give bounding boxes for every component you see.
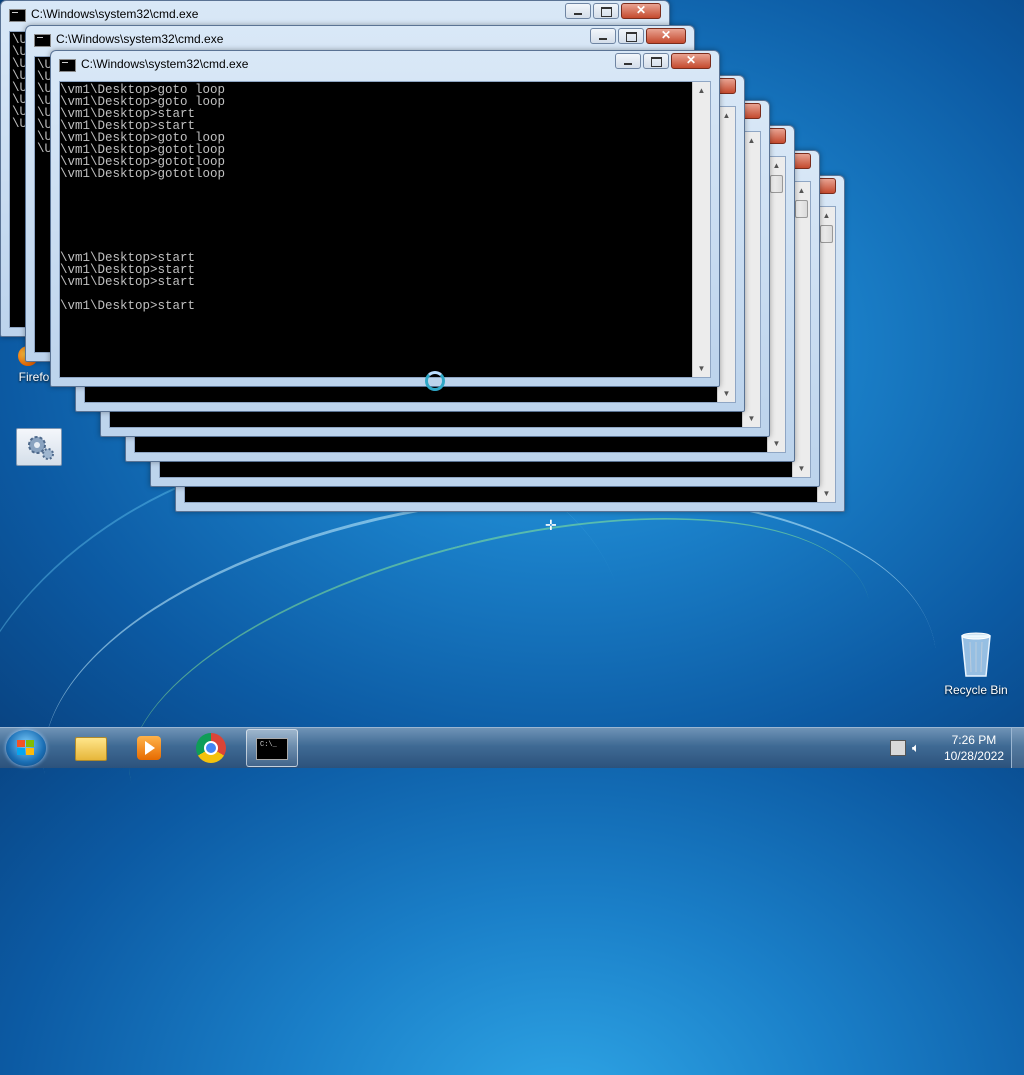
scroll-up-arrow-icon[interactable]: ▲	[818, 207, 835, 224]
scroll-thumb[interactable]	[770, 175, 783, 193]
window-titlebar[interactable]: C:\Windows\system32\cmd.exe	[26, 26, 694, 51]
scroll-down-arrow-icon[interactable]: ▼	[793, 460, 810, 477]
start-button[interactable]	[6, 730, 46, 766]
recycle-bin-label: Recycle Bin	[944, 683, 1008, 697]
maximize-button[interactable]	[593, 3, 619, 19]
recycle-bin-icon	[961, 632, 991, 677]
scroll-down-arrow-icon[interactable]: ▼	[768, 435, 785, 452]
firefox-label: Firefo	[18, 370, 50, 384]
maximize-button[interactable]	[643, 53, 669, 69]
scroll-up-arrow-icon[interactable]: ▲	[718, 107, 735, 124]
taskbar-media-player-button[interactable]	[124, 729, 176, 767]
cmd-window[interactable]: C:\Windows\system32\cmd.exe \vm1\Desktop>…	[50, 50, 720, 387]
folder-icon	[75, 737, 107, 761]
window-title: C:\Windows\system32\cmd.exe	[31, 7, 199, 21]
scroll-up-arrow-icon[interactable]: ▲	[693, 82, 710, 99]
clock-date: 10/28/2022	[943, 749, 1004, 763]
cmd-icon	[34, 34, 51, 47]
scroll-up-arrow-icon[interactable]: ▲	[768, 157, 785, 174]
close-button[interactable]	[646, 28, 686, 44]
move-cursor-icon: ✛	[545, 517, 557, 533]
clock-time: 7:26 PM	[951, 733, 997, 747]
windows-flag-icon	[17, 740, 35, 756]
taskbar-chrome-button[interactable]	[184, 729, 236, 767]
taskbar-cmd-button[interactable]: C:\_	[246, 729, 298, 767]
minimize-button[interactable]	[565, 3, 591, 19]
scroll-thumb[interactable]	[820, 225, 833, 243]
recycle-bin-desktop-icon[interactable]: Recycle Bin	[940, 630, 1012, 697]
scroll-up-arrow-icon[interactable]: ▲	[793, 182, 810, 199]
console-area[interactable]: \vm1\Desktop>goto loop \vm1\Desktop>goto…	[59, 81, 711, 378]
cmd-icon	[59, 59, 76, 72]
vertical-scrollbar[interactable]: ▲▼	[692, 82, 710, 377]
minimize-button[interactable]	[615, 53, 641, 69]
window-title: C:\Windows\system32\cmd.exe	[81, 57, 249, 71]
taskbar-explorer-button[interactable]	[64, 729, 116, 767]
minimize-button[interactable]	[590, 28, 616, 44]
gear-icon	[28, 436, 54, 460]
clock[interactable]: 7:26 PM 10/28/2022	[944, 732, 1004, 764]
scroll-down-arrow-icon[interactable]: ▼	[693, 360, 710, 377]
close-button[interactable]	[621, 3, 661, 19]
scroll-thumb[interactable]	[795, 200, 808, 218]
cmd-icon	[9, 9, 26, 22]
scroll-down-arrow-icon[interactable]: ▼	[718, 385, 735, 402]
console-output: \vm1\Desktop>goto loop \vm1\Desktop>goto…	[60, 83, 226, 313]
scroll-down-arrow-icon[interactable]: ▼	[743, 410, 760, 427]
scroll-down-arrow-icon[interactable]: ▼	[818, 485, 835, 502]
tray-network-icon[interactable]	[890, 740, 906, 756]
close-button[interactable]	[671, 53, 711, 69]
window-titlebar[interactable]: C:\Windows\system32\cmd.exe	[1, 1, 669, 26]
maximize-button[interactable]	[618, 28, 644, 44]
tray-volume-icon[interactable]: 🔈︎	[912, 740, 928, 756]
taskbar: C:\_ 🔈︎ 7:26 PM 10/28/2022	[0, 727, 1024, 768]
window-title: C:\Windows\system32\cmd.exe	[56, 32, 224, 46]
settings-desktop-icon[interactable]	[16, 428, 62, 466]
busy-cursor-icon	[425, 371, 445, 391]
show-desktop-button[interactable]	[1011, 728, 1024, 768]
scroll-up-arrow-icon[interactable]: ▲	[743, 132, 760, 149]
cmd-icon: C:\_	[256, 738, 288, 760]
window-titlebar[interactable]: C:\Windows\system32\cmd.exe	[51, 51, 719, 76]
